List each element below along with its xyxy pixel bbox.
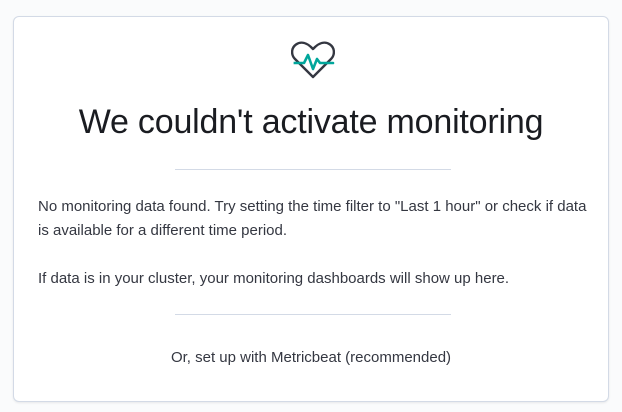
empty-state-panel: We couldn't activate monitoring No monit… (13, 16, 609, 402)
metricbeat-setup-link[interactable]: Or, set up with Metricbeat (recommended) (14, 346, 608, 370)
divider-top (175, 169, 451, 170)
no-data-message: No monitoring data found. Try setting th… (38, 198, 587, 239)
divider-bottom (175, 314, 451, 315)
cluster-data-message: If data is in your cluster, your monitor… (38, 270, 510, 287)
page-title: We couldn't activate monitoring (78, 103, 544, 141)
page: We couldn't activate monitoring No monit… (0, 0, 622, 412)
heart-pulse-icon (291, 41, 335, 79)
